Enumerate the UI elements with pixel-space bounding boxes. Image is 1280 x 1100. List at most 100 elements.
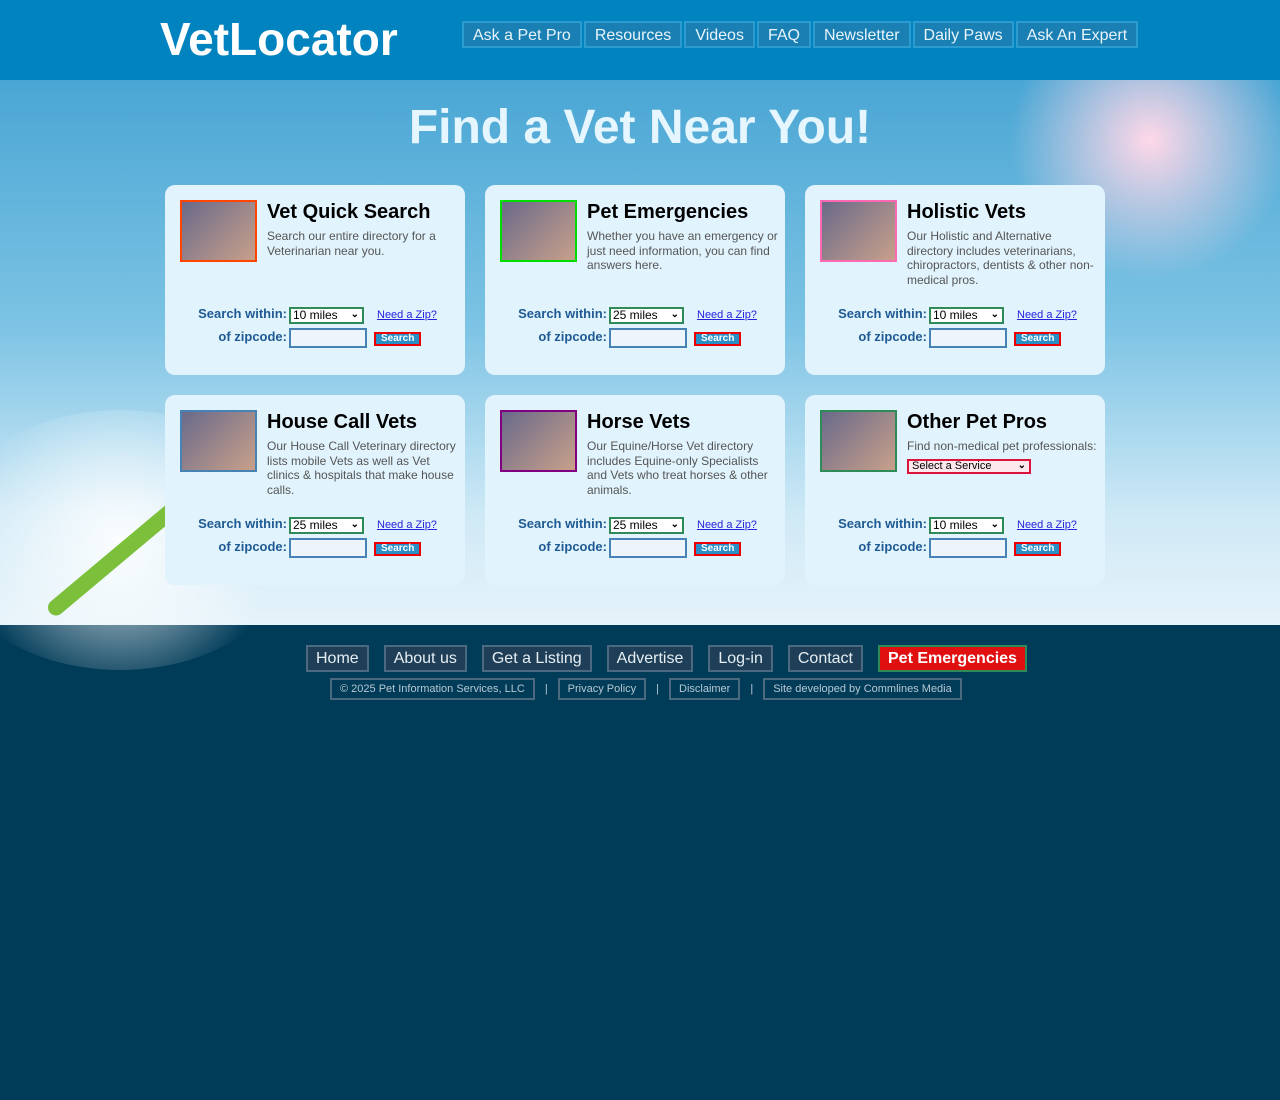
nav-videos[interactable]: Videos [684, 21, 755, 48]
search-within-label: Search within: [198, 516, 287, 531]
logo[interactable]: VetLocator [160, 12, 398, 66]
need-zip-link[interactable]: Need a Zip? [377, 519, 437, 531]
privacy-link[interactable]: Privacy Policy [557, 678, 647, 700]
nav-daily-paws[interactable]: Daily Paws [912, 21, 1014, 48]
search-card: Pet Emergencies Whether you have an emer… [485, 185, 785, 375]
card-photo[interactable] [820, 410, 897, 472]
card-title: Other Pet Pros [907, 411, 1048, 433]
radius-select-value: 10 miles [933, 518, 978, 532]
card-photo[interactable] [180, 200, 257, 262]
card-title: Horse Vets [587, 411, 691, 433]
zipcode-label: of zipcode: [538, 539, 607, 554]
zipcode-input[interactable] [929, 538, 1007, 558]
service-select[interactable]: Select a Service ⌄ [907, 459, 1031, 474]
header: VetLocator Ask a Pet Pro Resources Video… [0, 0, 1280, 80]
zipcode-input[interactable] [929, 328, 1007, 348]
search-within-label: Search within: [838, 516, 927, 531]
zipcode-input[interactable] [609, 328, 687, 348]
page-title: Find a Vet Near You! [408, 101, 872, 154]
chevron-down-icon: ⌄ [350, 519, 359, 530]
zipcode-label: of zipcode: [858, 329, 927, 344]
search-button[interactable]: Search [1014, 332, 1062, 346]
footer-pet-emergencies[interactable]: Pet Emergencies [878, 645, 1027, 672]
footer-login[interactable]: Log-in [708, 645, 773, 672]
zipcode-label: of zipcode: [218, 539, 287, 554]
disclaimer-link[interactable]: Disclaimer [669, 678, 741, 700]
card-description: Whether you have an emergency or just ne… [587, 229, 778, 272]
need-zip-link[interactable]: Need a Zip? [697, 309, 757, 321]
search-card: Vet Quick Search Search our entire direc… [165, 185, 465, 375]
search-within-label: Search within: [198, 306, 287, 321]
chevron-down-icon: ⌄ [670, 519, 679, 530]
search-button[interactable]: Search [1014, 542, 1062, 556]
card-description: Search our entire directory for a Veteri… [267, 229, 436, 258]
card-description: Find non-medical pet professionals: [907, 439, 1097, 453]
search-card: Holistic Vets Our Holistic and Alternati… [805, 185, 1105, 375]
card-photo[interactable] [500, 200, 577, 262]
need-zip-link[interactable]: Need a Zip? [1017, 519, 1077, 531]
radius-select[interactable]: 25 miles ⌄ [609, 517, 684, 534]
nav-resources[interactable]: Resources [583, 21, 683, 48]
chevron-down-icon: ⌄ [670, 309, 679, 320]
zipcode-label: of zipcode: [858, 539, 927, 554]
separator: | [656, 683, 659, 695]
radius-select-value: 25 miles [613, 518, 658, 532]
radius-select[interactable]: 25 miles ⌄ [289, 517, 364, 534]
footer-advertise[interactable]: Advertise [606, 645, 694, 672]
footer-contact[interactable]: Contact [787, 645, 863, 672]
need-zip-link[interactable]: Need a Zip? [697, 519, 757, 531]
zipcode-input[interactable] [289, 538, 367, 558]
search-button[interactable]: Search [694, 542, 742, 556]
card-title: House Call Vets [267, 411, 418, 433]
search-button[interactable]: Search [374, 542, 422, 556]
chevron-down-icon: ⌄ [990, 519, 999, 530]
nav-ask-a-pet-pro[interactable]: Ask a Pet Pro [462, 21, 582, 48]
search-button[interactable]: Search [374, 332, 422, 346]
nav-faq[interactable]: FAQ [756, 21, 811, 48]
card-photo[interactable] [500, 410, 577, 472]
zipcode-label: of zipcode: [538, 329, 607, 344]
separator: | [544, 683, 548, 695]
radius-select[interactable]: 10 miles ⌄ [929, 307, 1004, 324]
search-card: Horse Vets Our Equine/Horse Vet director… [485, 395, 785, 585]
search-card: Other Pet Pros Find non-medical pet prof… [805, 395, 1105, 585]
footer-home[interactable]: Home [306, 645, 369, 672]
radius-select-value: 10 miles [293, 308, 338, 322]
footer-get-listing[interactable]: Get a Listing [481, 645, 592, 672]
footer-bottom: © 2025 Pet Information Services, LLC | P… [330, 678, 962, 700]
radius-select[interactable]: 10 miles ⌄ [289, 307, 364, 324]
card-title: Vet Quick Search [267, 201, 431, 223]
need-zip-link[interactable]: Need a Zip? [377, 309, 437, 321]
search-within-label: Search within: [838, 306, 927, 321]
footer-about[interactable]: About us [383, 645, 467, 672]
separator: | [750, 683, 754, 695]
need-zip-link[interactable]: Need a Zip? [1017, 309, 1077, 321]
radius-select-value: 25 miles [613, 308, 658, 322]
card-description: Our Equine/Horse Vet directory includes … [587, 439, 768, 497]
top-nav: Ask a Pet Pro Resources Videos FAQ Newsl… [462, 21, 1139, 48]
radius-select-value: 25 miles [293, 518, 338, 532]
card-title: Holistic Vets [907, 201, 1026, 223]
radius-select[interactable]: 10 miles ⌄ [929, 517, 1004, 534]
chevron-down-icon: ⌄ [1017, 460, 1026, 471]
chevron-down-icon: ⌄ [350, 309, 359, 320]
zipcode-input[interactable] [609, 538, 687, 558]
zipcode-input[interactable] [289, 328, 367, 348]
card-title: Pet Emergencies [587, 201, 749, 223]
search-button[interactable]: Search [694, 332, 742, 346]
nav-ask-an-expert[interactable]: Ask An Expert [1015, 21, 1139, 48]
card-description: Our House Call Veterinary directory list… [267, 439, 456, 497]
copyright: © 2025 Pet Information Services, LLC [330, 678, 535, 700]
search-within-label: Search within: [518, 516, 607, 531]
nav-newsletter[interactable]: Newsletter [812, 21, 911, 48]
search-within-label: Search within: [518, 306, 607, 321]
footer-nav: Home About us Get a Listing Advertise Lo… [306, 645, 1027, 672]
radius-select[interactable]: 25 miles ⌄ [609, 307, 684, 324]
service-select-value: Select a Service [912, 460, 992, 472]
card-photo[interactable] [180, 410, 257, 472]
card-photo[interactable] [820, 200, 897, 262]
radius-select-value: 10 miles [933, 308, 978, 322]
zipcode-label: of zipcode: [218, 329, 287, 344]
credit-link[interactable]: Site developed by Commlines Media [763, 678, 962, 700]
chevron-down-icon: ⌄ [990, 309, 999, 320]
